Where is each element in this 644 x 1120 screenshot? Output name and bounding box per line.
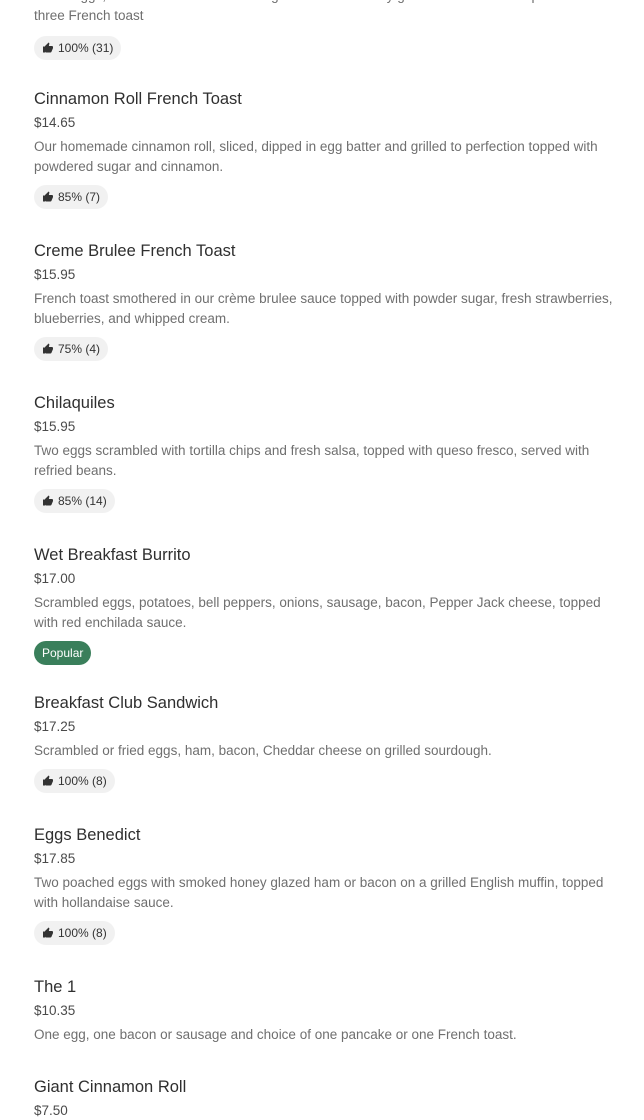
item-description: One egg, one bacon or sausage and choice… <box>34 1027 517 1042</box>
item-description: Two eggs scrambled with tortilla chips a… <box>34 443 590 478</box>
menu-item[interactable]: Giant Cinnamon Roll $7.50 <box>34 1076 614 1120</box>
rating-text: 100% (8) <box>58 926 107 940</box>
rating-text: 85% (14) <box>58 494 107 508</box>
rating-badge: 100% (31) <box>34 36 122 60</box>
menu-item[interactable]: The 1 $10.35 One egg, one bacon or sausa… <box>34 976 614 1045</box>
rating-badge: 100% (8) <box>34 769 115 793</box>
rating-badge: 85% (7) <box>34 185 109 209</box>
rating-badge: 85% (14) <box>34 489 115 513</box>
item-price: $10.35 <box>34 1003 76 1018</box>
menu-item[interactable]: Creme Brulee French Toast $15.95 French … <box>34 240 614 361</box>
popular-badge: Popular <box>34 641 92 665</box>
rating-badge: 75% (4) <box>34 337 109 361</box>
menu-item[interactable]: Chilaquiles $15.95 Two eggs scrambled wi… <box>34 392 614 513</box>
item-description: Our homemade cinnamon roll, sliced, dipp… <box>34 139 598 174</box>
item-name: The 1 <box>34 978 77 996</box>
thumbs-up-icon <box>43 42 53 53</box>
item-name: Giant Cinnamon Roll <box>34 1078 187 1096</box>
thumbs-up-icon <box>43 343 53 354</box>
thumbs-up-icon <box>43 927 53 938</box>
rating-text: 100% (8) <box>58 774 107 788</box>
item-name: Creme Brulee French Toast <box>34 242 236 260</box>
rating-text: 75% (4) <box>58 342 101 356</box>
item-price: $17.00 <box>34 571 76 586</box>
item-price: $15.95 <box>34 267 76 282</box>
menu-item[interactable]: Cinnamon Roll French Toast $14.65 Our ho… <box>34 88 614 209</box>
item-description: Two poached eggs with smoked honey glaze… <box>34 875 604 910</box>
item-name: Chilaquiles <box>34 394 115 412</box>
rating-badge: 100% (8) <box>34 921 115 945</box>
item-price: $14.65 <box>34 115 76 130</box>
rating-text: 85% (7) <box>58 190 101 204</box>
item-name: Breakfast Club Sandwich <box>34 694 219 712</box>
item-price: $15.95 <box>34 419 76 434</box>
popular-text: Popular <box>42 646 84 660</box>
thumbs-up-icon <box>43 191 53 202</box>
item-description: Scrambled eggs, potatoes, bell peppers, … <box>34 595 601 630</box>
menu-item[interactable]: Wet Breakfast Burrito $17.00 Scrambled e… <box>34 544 614 665</box>
menu-item[interactable]: Eggs Benedict $17.85 Two poached eggs wi… <box>34 824 614 945</box>
item-description: French toast smothered in our crème brul… <box>34 291 613 326</box>
item-price: $7.50 <box>34 1103 68 1118</box>
item-name: Wet Breakfast Burrito <box>34 546 191 564</box>
item-description: Scrambled or fried eggs, ham, bacon, Che… <box>34 743 492 758</box>
item-price: $17.85 <box>34 851 76 866</box>
item-name: Eggs Benedict <box>34 826 141 844</box>
menu-item[interactable]: Breakfast Club Sandwich $17.25 Scrambled… <box>34 692 614 793</box>
thumbs-up-icon <box>43 775 53 786</box>
item-price: $17.25 <box>34 719 76 734</box>
rating-text: 100% (31) <box>58 41 114 55</box>
menu-item[interactable]: Three eggs, three bacon or three sausage… <box>34 0 614 60</box>
item-description: Three eggs, three bacon or three sausage… <box>34 0 605 23</box>
thumbs-up-icon <box>43 495 53 506</box>
item-name: Cinnamon Roll French Toast <box>34 90 242 108</box>
